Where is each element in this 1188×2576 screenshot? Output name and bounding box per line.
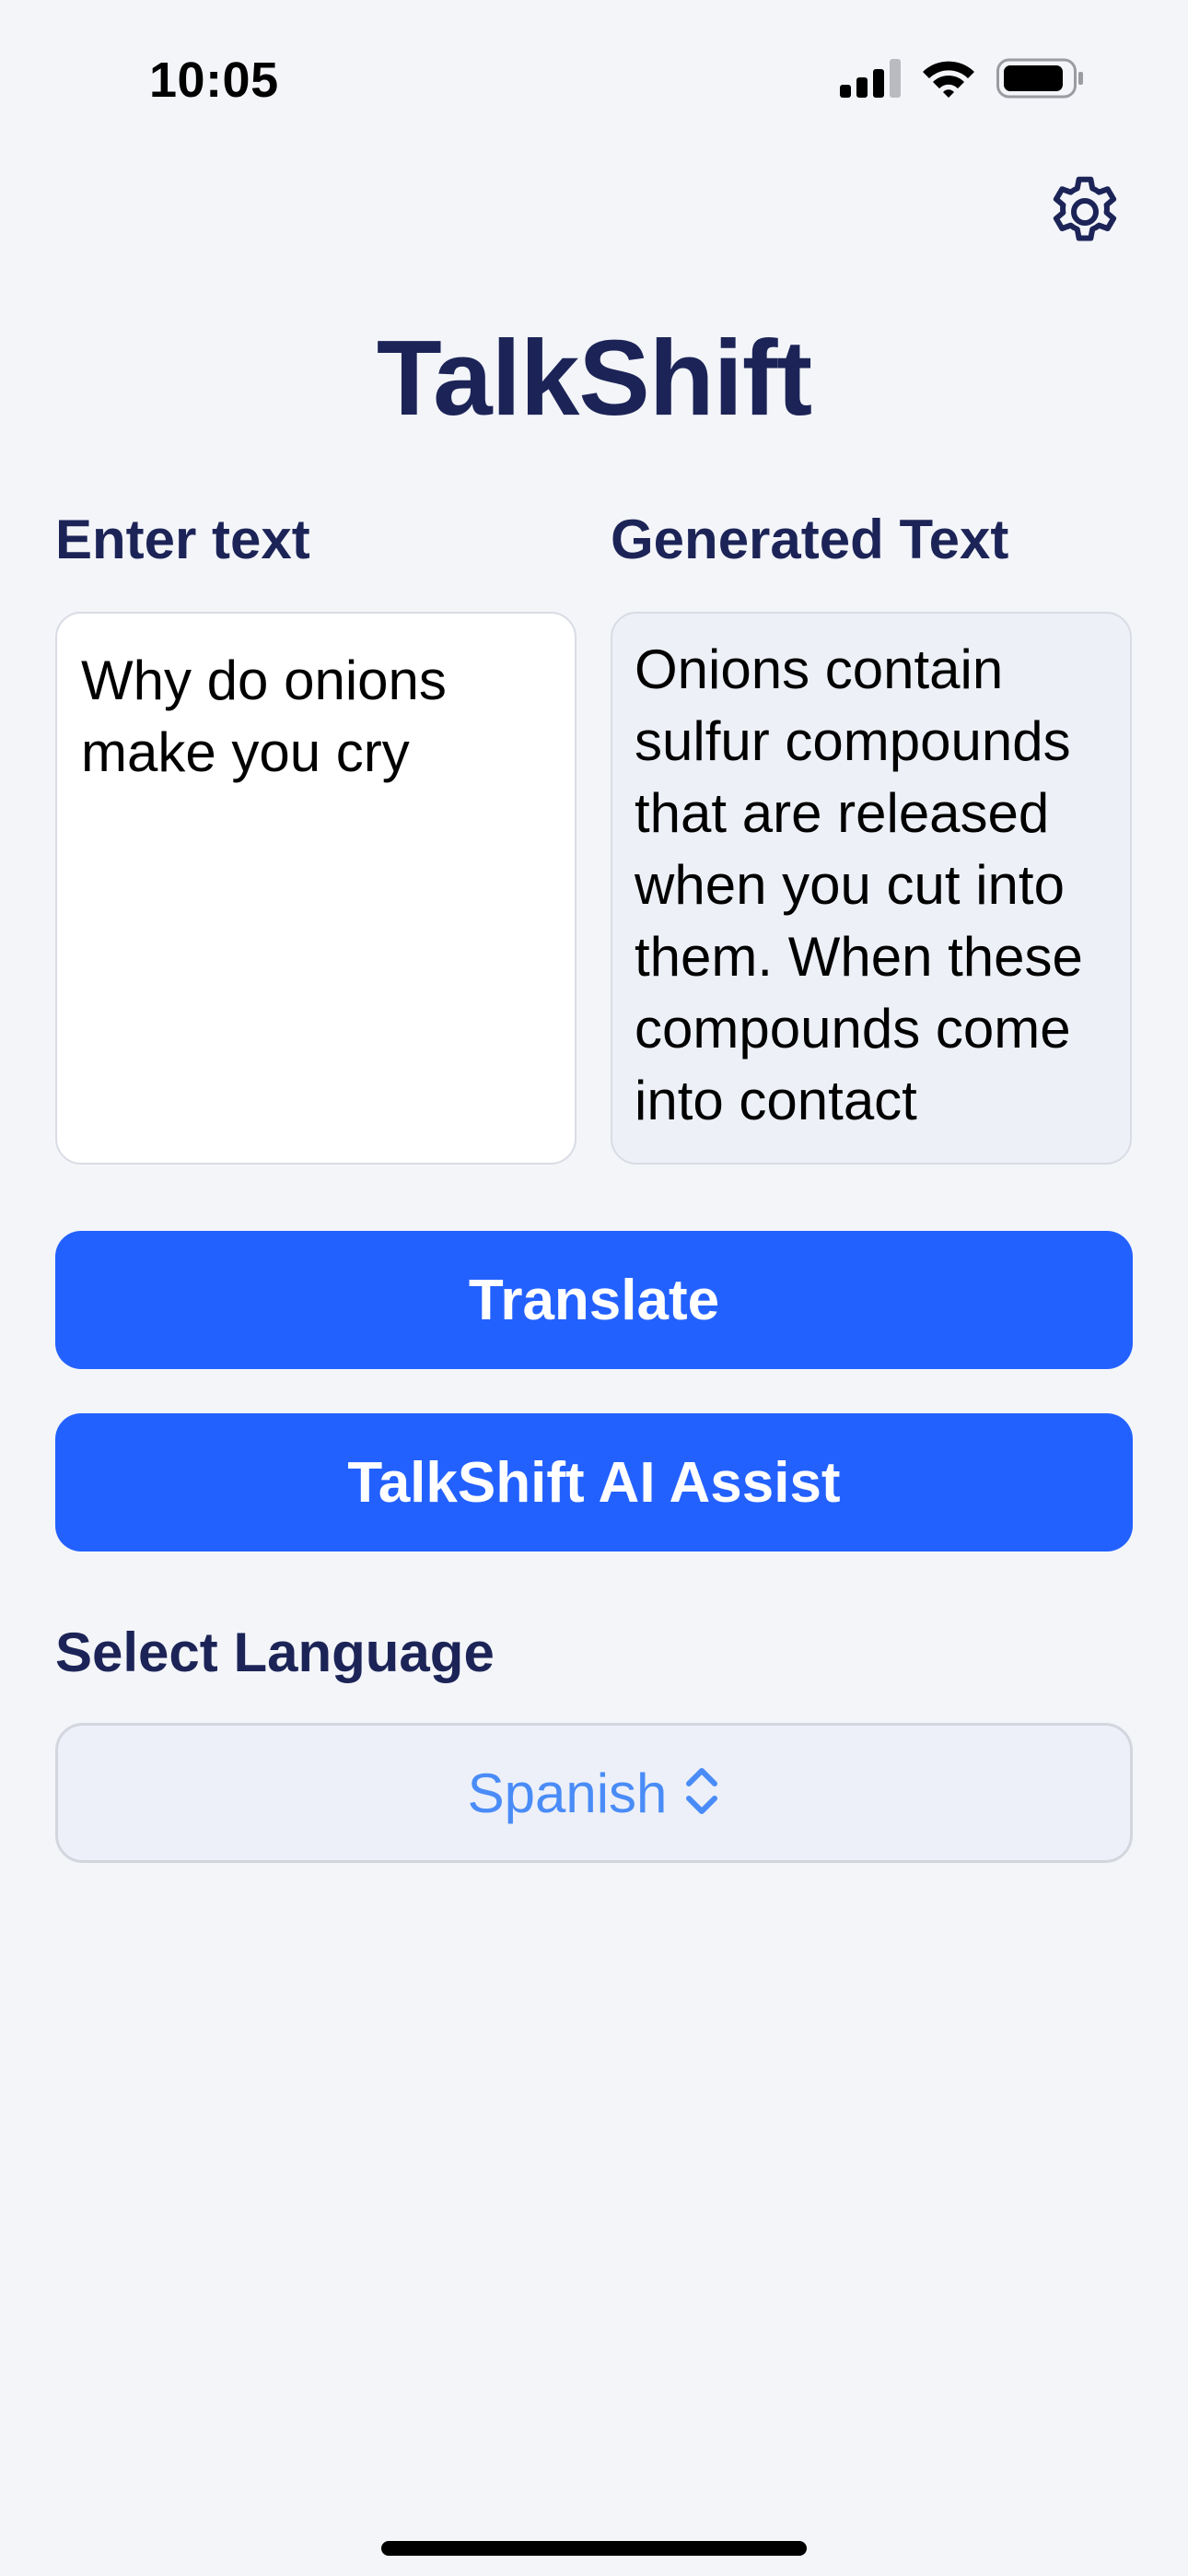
- wifi-icon: [921, 58, 976, 103]
- input-label: Enter text: [55, 509, 310, 570]
- settings-button[interactable]: [1041, 170, 1129, 258]
- selected-language: Spanish: [467, 1762, 668, 1824]
- language-picker[interactable]: Spanish: [55, 1723, 1133, 1863]
- translate-button-label: Translate: [468, 1268, 720, 1332]
- output-label: Generated Text: [611, 509, 1009, 570]
- status-time: 10:05: [149, 53, 279, 108]
- ai-assist-button[interactable]: TalkShift AI Assist: [55, 1413, 1133, 1551]
- battery-icon: [996, 58, 1085, 103]
- generated-text-area[interactable]: Onions contain sulfur compounds that are…: [611, 612, 1132, 1165]
- translate-button[interactable]: Translate: [55, 1231, 1133, 1369]
- app-title: TalkShift: [376, 318, 812, 438]
- home-indicator[interactable]: [381, 2541, 807, 2556]
- input-text: Why do onions make you cry: [81, 650, 462, 783]
- status-icons: [840, 57, 1085, 103]
- input-text-area[interactable]: Why do onions make you cry: [55, 612, 577, 1165]
- chevron-up-down-icon: [683, 1763, 720, 1823]
- cellular-signal-icon: [840, 58, 901, 102]
- language-label: Select Language: [55, 1622, 495, 1683]
- gear-icon: [1043, 170, 1126, 258]
- generated-text: Onions contain sulfur compounds that are…: [635, 638, 1099, 1131]
- ai-assist-button-label: TalkShift AI Assist: [347, 1450, 841, 1515]
